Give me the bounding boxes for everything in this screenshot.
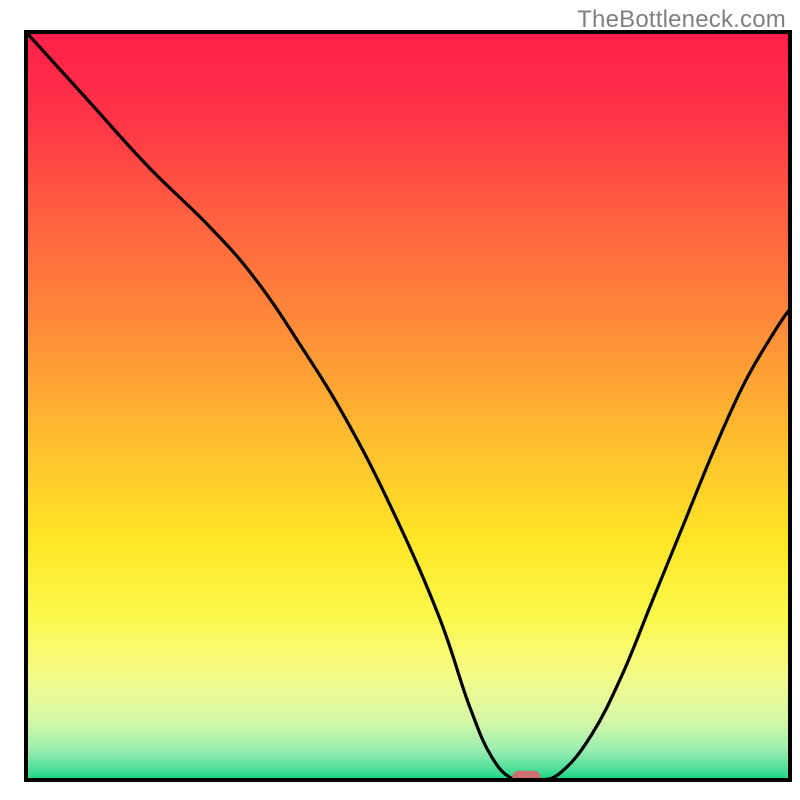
marker-point [512, 771, 540, 785]
bottleneck-chart [0, 0, 800, 800]
chart-container: TheBottleneck.com [0, 0, 800, 800]
gradient-background [26, 32, 790, 780]
watermark-label: TheBottleneck.com [577, 6, 786, 34]
